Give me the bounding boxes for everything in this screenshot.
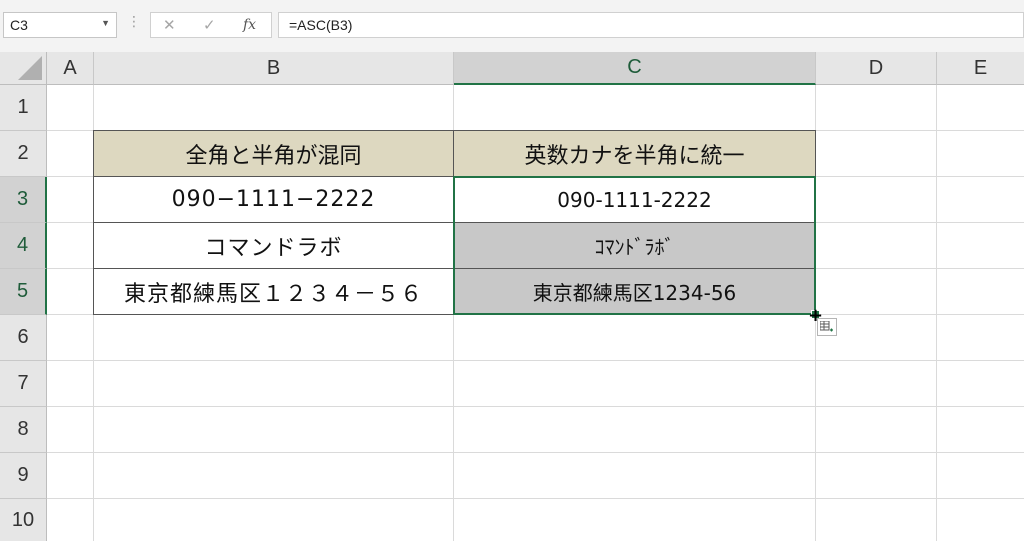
- cell-b4[interactable]: コマンドラボ: [94, 223, 453, 268]
- row-header-10[interactable]: 10: [0, 499, 47, 541]
- table-border: [93, 268, 816, 269]
- row-header-6[interactable]: 6: [0, 315, 47, 361]
- cell-c3[interactable]: 090-1111-2222: [454, 177, 815, 222]
- formula-buttons: ✕ ✓ fx: [150, 12, 272, 38]
- name-box[interactable]: C3 ▼: [3, 12, 117, 38]
- column-header-e[interactable]: E: [937, 52, 1024, 85]
- table-border: [93, 176, 816, 177]
- select-all-icon: [18, 56, 42, 80]
- quick-analysis-button[interactable]: [817, 318, 837, 336]
- grid-line: [936, 85, 937, 541]
- cell-b3[interactable]: 090−1111−2222: [94, 177, 453, 222]
- name-box-value: C3: [10, 17, 28, 33]
- grid-line: [47, 314, 1024, 315]
- grid-line: [47, 452, 1024, 453]
- quick-analysis-icon: [820, 321, 833, 332]
- more-icon[interactable]: ⋮: [127, 14, 141, 30]
- select-all-button[interactable]: [0, 52, 47, 85]
- formula-bar-area: C3 ▼ ⋮ ✕ ✓ fx =ASC(B3): [0, 0, 1024, 52]
- cell-c5[interactable]: 東京都練馬区1234-56: [454, 269, 815, 314]
- row-header-9[interactable]: 9: [0, 453, 47, 499]
- table-border: [93, 222, 816, 223]
- cell-b2[interactable]: 全角と半角が混同: [94, 131, 453, 176]
- cell-b5[interactable]: 東京都練馬区１２３４－５６: [94, 269, 453, 314]
- row-header-8[interactable]: 8: [0, 407, 47, 453]
- cancel-icon[interactable]: ✕: [163, 16, 176, 34]
- cell-c2[interactable]: 英数カナを半角に統一: [454, 131, 815, 176]
- cell-c4[interactable]: ｺﾏﾝﾄﾞﾗﾎﾞ: [454, 223, 815, 268]
- check-icon[interactable]: ✓: [203, 16, 216, 34]
- column-header-a[interactable]: A: [47, 52, 94, 85]
- column-header-c[interactable]: C: [454, 52, 816, 85]
- formula-input[interactable]: =ASC(B3): [278, 12, 1024, 38]
- row-header-3[interactable]: 3: [0, 177, 47, 223]
- formula-text: =ASC(B3): [289, 17, 353, 33]
- row-header-4[interactable]: 4: [0, 223, 47, 269]
- column-header-d[interactable]: D: [816, 52, 937, 85]
- grid-line: [47, 498, 1024, 499]
- grid-line: [47, 406, 1024, 407]
- row-header-1[interactable]: 1: [0, 85, 47, 131]
- grid-line: [47, 360, 1024, 361]
- row-header-5[interactable]: 5: [0, 269, 47, 315]
- row-header-2[interactable]: 2: [0, 131, 47, 177]
- column-header-b[interactable]: B: [94, 52, 454, 85]
- insert-function-icon[interactable]: fx: [243, 17, 256, 33]
- row-header-7[interactable]: 7: [0, 361, 47, 407]
- chevron-down-icon[interactable]: ▼: [101, 18, 110, 28]
